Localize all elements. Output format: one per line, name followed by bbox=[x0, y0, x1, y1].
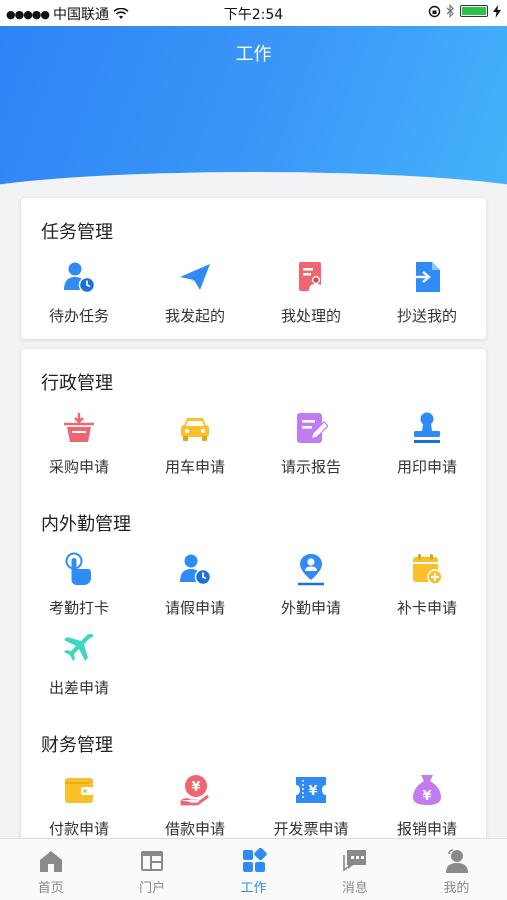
grid-item-label: 请假申请 bbox=[164, 599, 225, 617]
grid-item-label: 报销申请 bbox=[396, 820, 457, 838]
battery-icon bbox=[460, 5, 488, 17]
tab-label: 工作 bbox=[240, 881, 267, 896]
grid-item-label: 采购申请 bbox=[48, 458, 109, 476]
grid-item-label: 用车申请 bbox=[164, 458, 225, 476]
grid-item-clock-in[interactable]: 考勤打卡 bbox=[21, 552, 137, 618]
user-clock-icon bbox=[180, 554, 212, 586]
tab-home[interactable]: 首页 bbox=[0, 839, 101, 900]
grid-item-payment[interactable]: 付款申请 bbox=[21, 773, 137, 839]
grid-item-label: 借款申请 bbox=[164, 820, 225, 838]
grid-item-label: 我发起的 bbox=[164, 307, 225, 325]
tab-label: 首页 bbox=[37, 881, 64, 896]
task-management-card: 任务管理 待办任务 我发起的 我处理的 抄送我的 bbox=[21, 198, 486, 339]
home-icon bbox=[39, 851, 62, 872]
header: ●●●●● 中国联通 下午2:54 工作 bbox=[0, 0, 507, 200]
grid-item-label: 外勤申请 bbox=[280, 599, 341, 617]
tab-profile[interactable]: 我的 bbox=[406, 839, 507, 900]
section-title-task: 任务管理 bbox=[41, 222, 113, 243]
wallet-icon bbox=[65, 778, 93, 803]
grid-item-label: 出差申请 bbox=[48, 679, 109, 697]
tab-messages[interactable]: 消息 bbox=[304, 839, 405, 900]
invoice-icon: ¥ bbox=[296, 777, 326, 803]
grid-item-handled[interactable]: 我处理的 bbox=[253, 260, 369, 326]
status-bar: ●●●●● 中国联通 下午2:54 bbox=[0, 0, 507, 26]
grid-item-leave[interactable]: 请假申请 bbox=[137, 552, 253, 618]
grid-item-report[interactable]: 请示报告 bbox=[253, 411, 369, 477]
grid-item-cc-me[interactable]: 抄送我的 bbox=[369, 260, 485, 326]
grid-item-seal[interactable]: 用印申请 bbox=[369, 411, 485, 477]
grid-item-label: 开发票申请 bbox=[273, 820, 349, 838]
calendar-add-icon bbox=[413, 554, 443, 585]
profile-icon bbox=[446, 849, 469, 873]
grid-item-vehicle[interactable]: 用车申请 bbox=[137, 411, 253, 477]
location-user-icon bbox=[298, 554, 324, 586]
car-icon bbox=[181, 418, 209, 441]
user-clock-icon bbox=[64, 262, 96, 294]
grid-item-label: 我处理的 bbox=[280, 307, 341, 325]
stamp-icon bbox=[414, 412, 440, 443]
tab-portal[interactable]: 门户 bbox=[101, 839, 202, 900]
airplane-icon bbox=[64, 633, 94, 661]
grid-item-label: 付款申请 bbox=[48, 820, 109, 838]
message-icon bbox=[343, 850, 366, 872]
orientation-lock-icon bbox=[428, 5, 441, 17]
grid-item-invoice[interactable]: ¥ 开发票申请 bbox=[253, 773, 369, 839]
work-grid-icon bbox=[242, 848, 267, 872]
section-title-attendance: 内外勤管理 bbox=[41, 514, 131, 535]
edit-document-icon bbox=[297, 413, 328, 443]
charging-icon bbox=[493, 4, 501, 18]
grid-item-label: 请示报告 bbox=[280, 458, 341, 476]
svg-text:¥: ¥ bbox=[191, 780, 200, 795]
grid-item-label: 待办任务 bbox=[48, 307, 109, 325]
paper-plane-icon bbox=[180, 264, 210, 290]
bluetooth-icon bbox=[446, 4, 454, 18]
grid-item-business-trip[interactable]: 出差申请 bbox=[21, 632, 137, 698]
grid-item-field-work[interactable]: 外勤申请 bbox=[253, 552, 369, 618]
grid-item-initiated[interactable]: 我发起的 bbox=[137, 260, 253, 326]
grid-item-label: 抄送我的 bbox=[396, 307, 457, 325]
grid-item-card-makeup[interactable]: 补卡申请 bbox=[369, 552, 485, 618]
tab-bar: 首页 门户 工作 消息 我的 bbox=[0, 838, 507, 900]
grid-item-label: 用印申请 bbox=[396, 458, 457, 476]
tab-label: 我的 bbox=[443, 881, 470, 896]
tap-hand-icon bbox=[65, 552, 91, 585]
file-forward-icon bbox=[413, 262, 440, 292]
yuan-hand-icon: ¥ bbox=[179, 775, 210, 807]
portal-icon bbox=[141, 851, 164, 871]
grid-item-label: 考勤打卡 bbox=[48, 599, 109, 617]
money-bag-icon: ¥ bbox=[413, 775, 441, 805]
grid-item-reimburse[interactable]: ¥ 报销申请 bbox=[369, 773, 485, 839]
grid-item-label: 补卡申请 bbox=[396, 599, 457, 617]
section-title-admin: 行政管理 bbox=[41, 373, 113, 394]
page-title: 工作 bbox=[235, 44, 272, 65]
services-card: 行政管理 采购申请 用车申请 请示报告 用印申请 内外勤管理 考勤打卡 请假申请… bbox=[21, 349, 486, 849]
svg-text:¥: ¥ bbox=[422, 789, 431, 804]
tab-label: 门户 bbox=[139, 881, 166, 896]
tab-work[interactable]: 工作 bbox=[203, 839, 304, 900]
section-title-finance: 财务管理 bbox=[41, 735, 113, 756]
grid-item-loan[interactable]: ¥ 借款申请 bbox=[137, 773, 253, 839]
grid-item-purchase[interactable]: 采购申请 bbox=[21, 411, 137, 477]
document-user-icon bbox=[299, 262, 323, 291]
shopping-basket-icon bbox=[64, 413, 94, 442]
svg-text:¥: ¥ bbox=[308, 784, 317, 799]
tab-label: 消息 bbox=[341, 881, 368, 896]
grid-item-pending-tasks[interactable]: 待办任务 bbox=[21, 260, 137, 326]
